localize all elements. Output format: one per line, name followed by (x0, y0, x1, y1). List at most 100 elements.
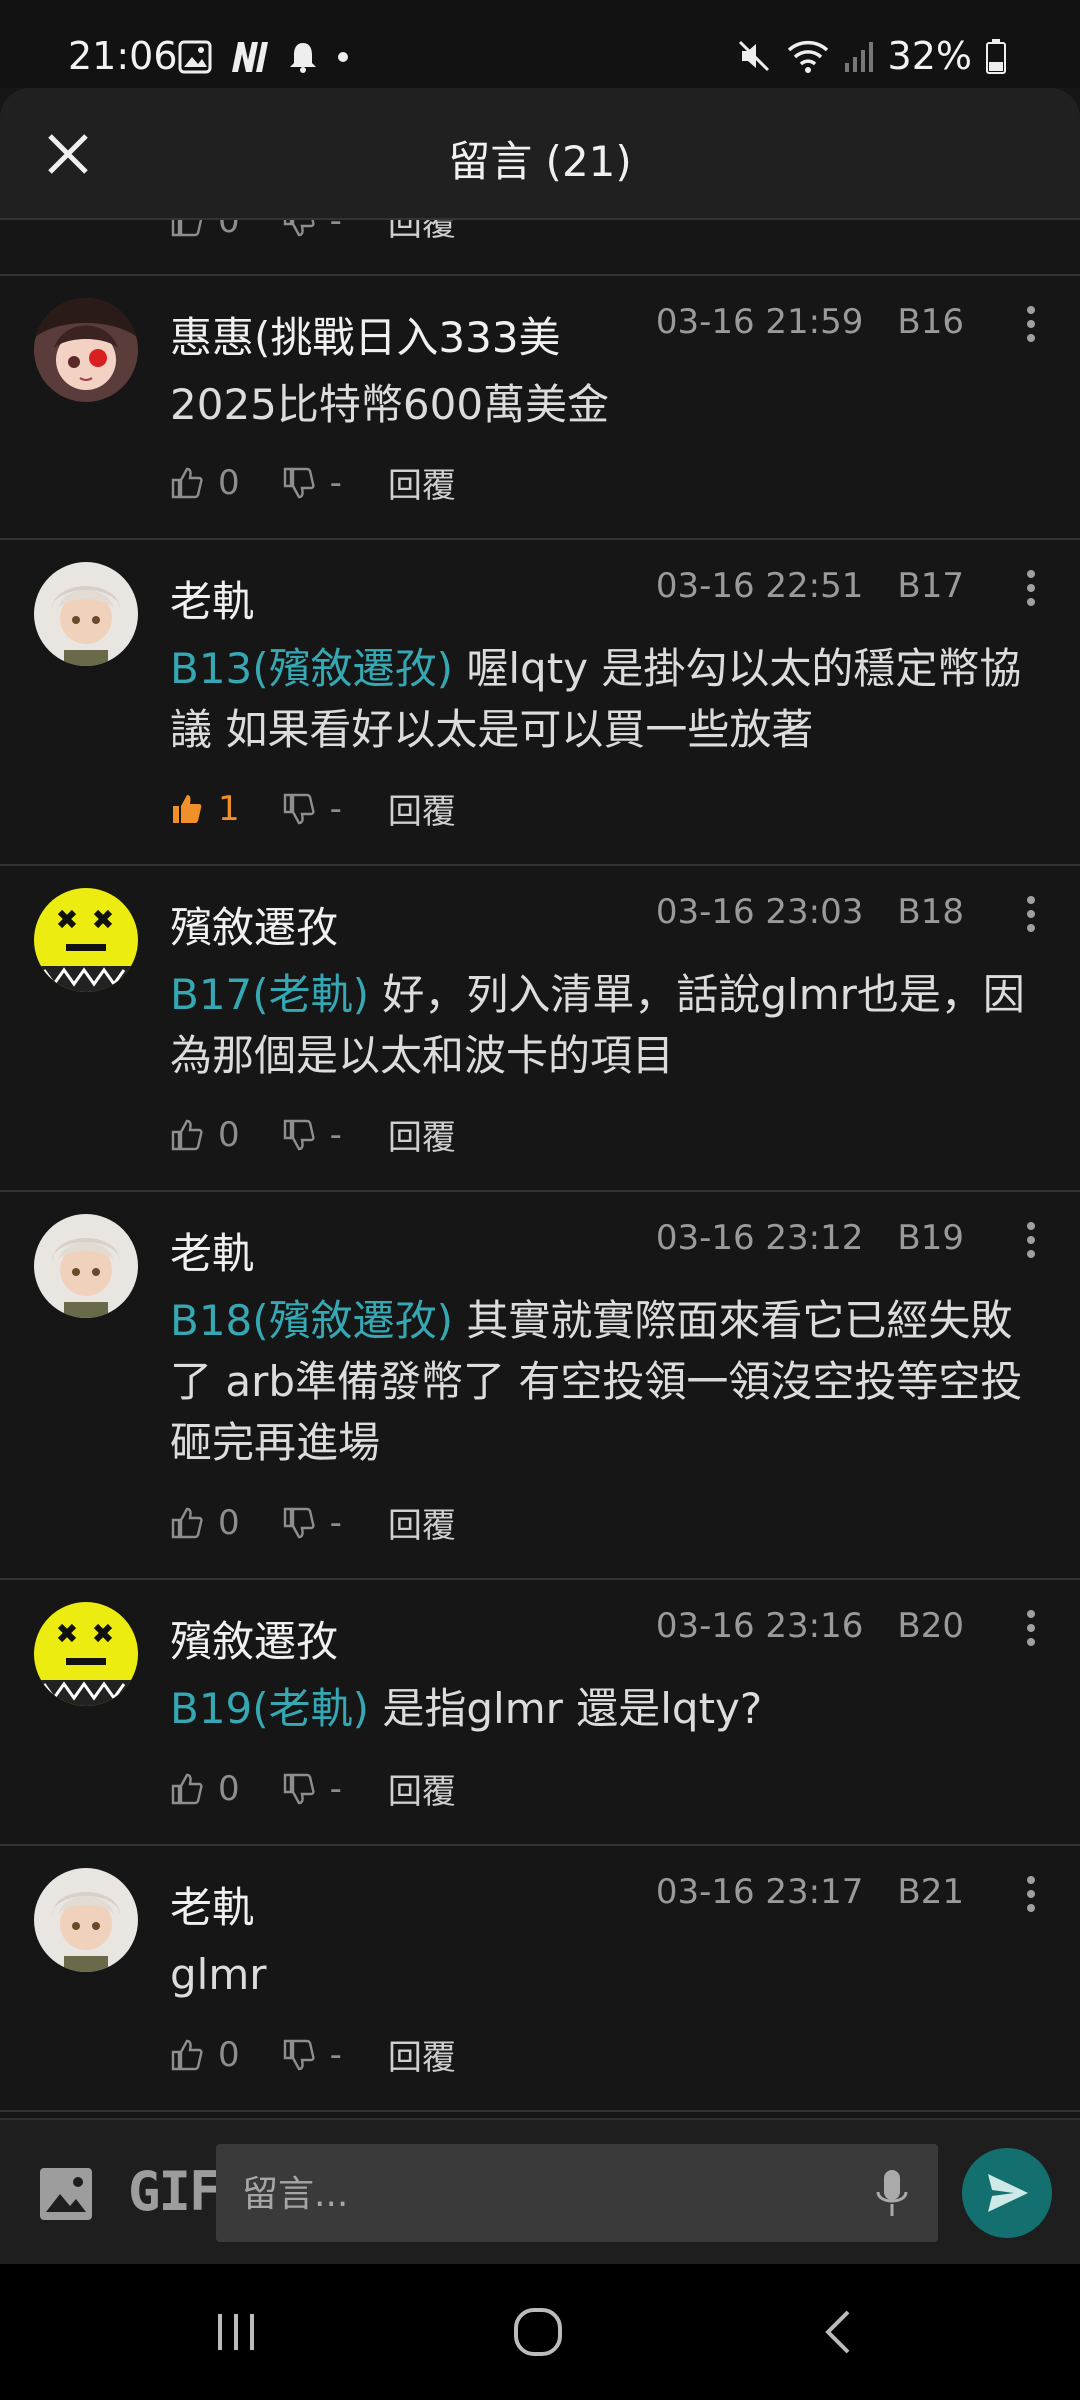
status-bar: 21:06 32% (0, 0, 1080, 88)
more-options-icon[interactable] (1024, 1874, 1038, 1914)
thumbs-up-icon (171, 220, 203, 236)
like-button[interactable]: 0 (170, 1769, 240, 1809)
avatar[interactable] (34, 1602, 138, 1706)
thumbs-up-icon (171, 467, 203, 498)
dislike-button[interactable]: - (282, 220, 342, 241)
insert-image-button[interactable] (38, 2166, 94, 2222)
comment-meta: 03-16 23:03 B18 (656, 892, 964, 932)
avatar[interactable] (34, 1868, 138, 1972)
comment-floor: B16 (897, 302, 964, 342)
back-icon[interactable] (810, 2302, 870, 2362)
comment-body: B13(殯敘遷孜) 喔lqty 是掛勾以太的穩定幣協議 如果看好以太是可以買一些… (170, 638, 1046, 760)
comment-meta: 03-16 23:16 B20 (656, 1606, 964, 1646)
reply-button[interactable]: 回覆 (388, 1764, 456, 1813)
comment-author[interactable]: 老軌 (170, 1220, 254, 1281)
dislike-count: - (329, 462, 342, 503)
thumbs-down-icon (283, 1773, 315, 1804)
comment-mention[interactable]: B19(老軌) (170, 1684, 369, 1733)
more-options-icon[interactable] (1024, 894, 1038, 934)
avatar[interactable] (34, 562, 138, 666)
more-options-icon[interactable] (1024, 1220, 1038, 1260)
like-button[interactable]: 1 (170, 789, 240, 829)
comment-meta: 03-16 21:59 B16 (656, 302, 964, 342)
like-count: 0 (218, 462, 240, 503)
comment-author[interactable]: 老軌 (170, 568, 254, 629)
thumbs-up-icon (171, 2039, 203, 2070)
comment-item: 老軌 03-16 23:17 B21 glmr 0 - 回覆 (0, 1846, 1080, 2112)
comment-actions: 0 - 回覆 (170, 1764, 456, 1813)
dislike-button[interactable]: - (282, 1503, 342, 1543)
system-nav-bar (0, 2264, 1080, 2400)
reply-button[interactable]: 回覆 (388, 2030, 456, 2079)
reply-button[interactable]: 回覆 (388, 220, 456, 245)
thumbs-down-icon (283, 1119, 315, 1150)
comment-input-box[interactable] (216, 2144, 938, 2244)
avatar[interactable] (34, 888, 138, 992)
like-count: 1 (218, 788, 240, 829)
comment-author[interactable]: 惠惠(挑戰日入333美 (170, 304, 561, 365)
like-button[interactable]: 0 (170, 463, 240, 503)
comment-actions: 0 - 回覆 (170, 1498, 456, 1547)
reply-button[interactable]: 回覆 (388, 458, 456, 507)
more-options-icon[interactable] (1024, 1608, 1038, 1648)
thumbs-down-icon (283, 2039, 315, 2070)
home-icon[interactable] (508, 2302, 568, 2362)
dislike-button[interactable]: - (282, 1769, 342, 1809)
dislike-button[interactable]: - (282, 789, 342, 829)
comment-body: 2025比特幣600萬美金 (170, 374, 1046, 435)
comment-input[interactable] (240, 2144, 844, 2244)
comment-datetime: 03-16 22:51 (655, 566, 864, 606)
recent-apps-icon[interactable] (206, 2302, 266, 2362)
comment-author[interactable]: 殯敘遷孜 (170, 1608, 338, 1669)
status-time: 21:06 (68, 34, 178, 78)
thumbs-down-icon (283, 467, 315, 498)
reply-button[interactable]: 回覆 (388, 1110, 456, 1159)
comment-item: 殯敘遷孜 03-16 23:16 B20 B19(老軌) 是指glmr 還是lqt… (0, 1580, 1080, 1846)
like-button[interactable]: 0 (170, 2035, 240, 2075)
reply-button[interactable]: 回覆 (388, 784, 456, 833)
comment-actions: 0 - 回覆 (170, 2030, 456, 2079)
thumbs-up-icon (171, 1773, 203, 1804)
comment-list[interactable]: 0 - 回覆 惠惠(挑戰日入333美 03-16 21:59 B16 2025比… (0, 220, 1080, 2118)
thumbs-up-icon (171, 1119, 203, 1150)
comment-author[interactable]: 老軌 (170, 1874, 254, 1935)
comment-floor: B20 (897, 1606, 964, 1646)
comment-floor: B17 (897, 566, 964, 606)
thumbs-down-icon (283, 1507, 315, 1538)
comment-datetime: 03-16 21:59 (655, 302, 864, 342)
comment-text: 是指glmr 還是lqty? (382, 1684, 763, 1733)
dislike-button[interactable]: - (282, 1115, 342, 1155)
like-button[interactable]: 0 (170, 220, 240, 241)
comment-item: 惠惠(挑戰日入333美 03-16 21:59 B16 2025比特幣600萬美金… (0, 276, 1080, 540)
comment-mention[interactable]: B13(殯敘遷孜) (170, 644, 453, 693)
comment-mention[interactable]: B17(老軌) (170, 970, 369, 1019)
comment-body: B18(殯敘遷孜) 其實就實際面來看它已經失敗了 arb準備發幣了 有空投領一領… (170, 1290, 1046, 1473)
comment-text: 2025比特幣600萬美金 (170, 380, 610, 429)
dislike-button[interactable]: - (282, 463, 342, 503)
like-button[interactable]: 0 (170, 1115, 240, 1155)
more-options-icon[interactable] (1024, 568, 1038, 608)
dot-icon (338, 52, 348, 62)
comment-text: glmr (170, 1950, 267, 1999)
avatar[interactable] (34, 1214, 138, 1318)
more-options-icon[interactable] (1024, 304, 1038, 344)
comment-author[interactable]: 殯敘遷孜 (170, 894, 338, 955)
like-button[interactable]: 0 (170, 1503, 240, 1543)
dislike-button[interactable]: - (282, 2035, 342, 2075)
comment-floor: B19 (897, 1218, 964, 1258)
comment-floor: B18 (897, 892, 964, 932)
gif-button[interactable]: GIF (128, 2160, 222, 2223)
image-icon (40, 2168, 92, 2220)
send-button[interactable] (962, 2148, 1052, 2238)
comment-body: glmr (170, 1944, 1046, 2005)
comments-header: 留言 (21) (0, 88, 1080, 220)
send-icon (988, 2174, 1028, 2212)
reply-button[interactable]: 回覆 (388, 1498, 456, 1547)
like-count: 0 (218, 1502, 240, 1543)
comment-body: B19(老軌) 是指glmr 還是lqty? (170, 1678, 1046, 1739)
comment-datetime: 03-16 23:17 (655, 1872, 864, 1912)
avatar[interactable] (34, 298, 138, 402)
microphone-icon[interactable] (874, 2168, 910, 2220)
battery-icon (986, 39, 1006, 74)
comment-mention[interactable]: B18(殯敘遷孜) (170, 1296, 453, 1345)
